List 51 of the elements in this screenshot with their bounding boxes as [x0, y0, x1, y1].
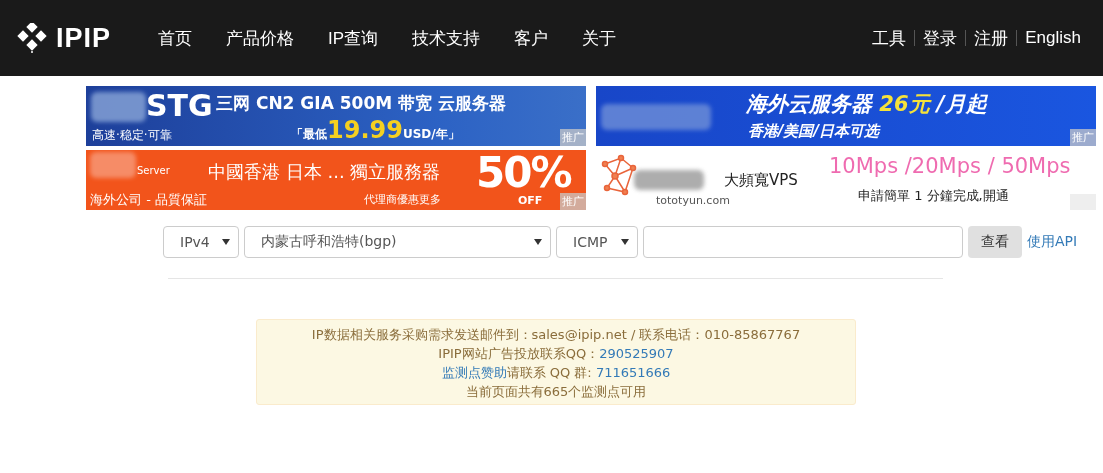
nav-link[interactable]: 关于: [565, 26, 634, 50]
slogan: 高速·稳定·可靠: [92, 127, 172, 144]
blurred-logo: [634, 170, 704, 190]
input-field[interactable]: [643, 226, 963, 258]
dropdown[interactable]: IPv4: [163, 226, 239, 258]
off-text: OFF: [518, 195, 543, 206]
slogan: 海外公司 - 品質保証: [90, 191, 207, 209]
banner-background[interactable]: [86, 86, 586, 146]
ad-tag: 推广: [560, 129, 586, 146]
view-button[interactable]: 查看: [968, 226, 1022, 258]
notice-line: IP数据相关服务采购需求发送邮件到：sales@ipip.net / 联系电话：010-85867767: [310, 326, 802, 344]
notice-link[interactable]: 290525907: [599, 346, 674, 361]
dropdown[interactable]: ICMP: [556, 226, 638, 258]
banner-subline: 代理商優惠更多: [364, 192, 441, 207]
api-link[interactable]: 使用API: [1027, 233, 1078, 251]
discount-text: 50%: [476, 152, 571, 194]
banner-subline: 申請簡單 1 分鐘完成,開通: [858, 187, 1009, 205]
nav-link[interactable]: IP查询: [311, 26, 396, 50]
notice-line: 监测点赞助请联系 QQ 群: 711651666: [440, 364, 672, 382]
banner-background[interactable]: [596, 86, 1096, 146]
nav-link[interactable]: 工具: [864, 26, 915, 50]
ad-tag: 推广: [560, 193, 586, 210]
brand-name: STG: [146, 88, 213, 123]
banner-headline: 10Mps /20Mps / 50Mps: [829, 154, 1071, 178]
banner-headline: 中國香港 日本 ... 獨立服務器: [208, 160, 441, 184]
price-text: 「最低19.99USD/年」: [291, 116, 460, 144]
logo-text[interactable]: IPIP: [56, 22, 112, 54]
notice-link[interactable]: 监测点赞助: [441, 365, 507, 380]
nav-link[interactable]: 登录: [915, 26, 966, 50]
ad-tag: 推广: [1070, 129, 1096, 146]
banner-headline: 海外云服务器 26元 /月起: [746, 91, 987, 118]
banner-subline: 香港/美国/日本可选: [748, 122, 879, 141]
brand-name: 大頻寬VPS: [724, 171, 798, 190]
nav-link[interactable]: 产品价格: [209, 26, 312, 50]
blurred-logo: [90, 152, 136, 178]
domain-text: tototyun.com: [656, 194, 730, 207]
nav-link[interactable]: 技术支持: [395, 26, 498, 50]
nav-link[interactable]: 客户: [497, 26, 566, 50]
nav-link[interactable]: 注册: [966, 26, 1017, 50]
banner-headline: 三网 CN2 GIA 500M 带宽 云服务器: [216, 92, 506, 115]
caret-icon: [621, 239, 629, 245]
caret-icon: [222, 239, 230, 245]
nav-link[interactable]: English: [1017, 28, 1089, 48]
notice-line: IPIP网站广告投放联系QQ：290525907: [437, 345, 675, 363]
brand-name: Server: [137, 165, 170, 176]
blurred-logo: [91, 92, 146, 122]
dropdown[interactable]: 内蒙古呼和浩特(bgp): [244, 226, 551, 258]
notice-link[interactable]: 711651666: [595, 365, 671, 380]
nav-link[interactable]: 首页: [141, 26, 210, 50]
notice-line: 当前页面共有665个监测点可用: [464, 383, 648, 401]
caret-icon: [534, 239, 542, 245]
